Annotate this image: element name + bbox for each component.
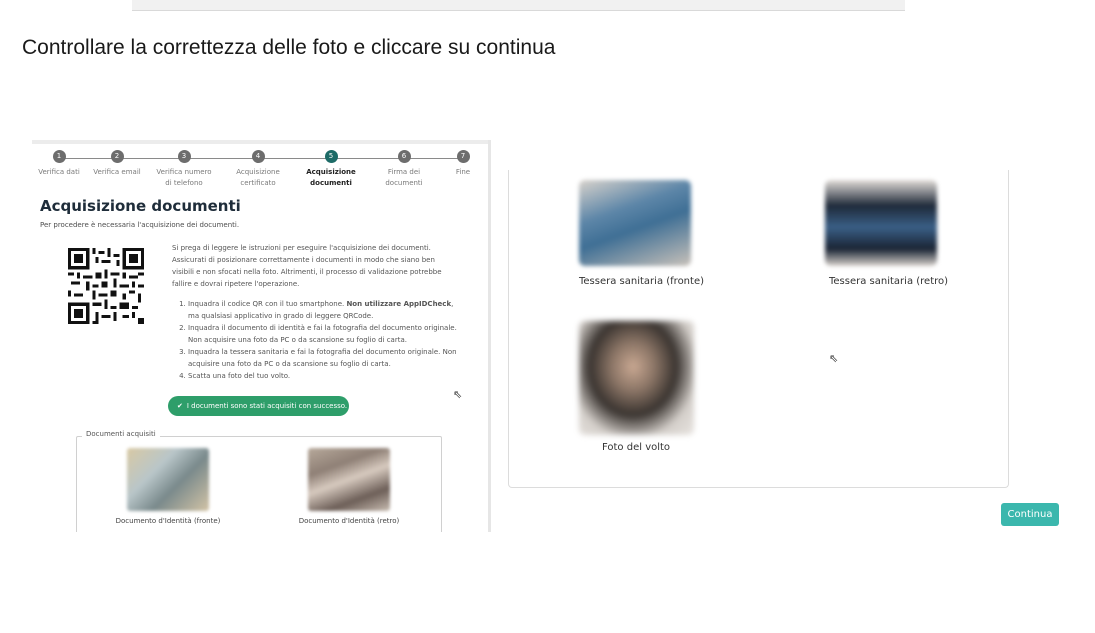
success-message: I documenti sono stati acquisiti con suc…: [186, 402, 348, 410]
identity-back-caption: Documento d'Identità (retro): [298, 517, 400, 525]
instruction-1-bold: Non utilizzare AppIDCheck: [346, 300, 452, 308]
instruction-item-3: Inquadra la tessera sanitaria e fai la f…: [188, 346, 457, 370]
step-6-number: 6: [397, 150, 411, 163]
instruction-item-1: Inquadra il codice QR con il tuo smartph…: [188, 298, 457, 322]
step-3-number: 3: [177, 150, 191, 163]
instruction-1-text: Inquadra il codice QR con il tuo smartph…: [188, 300, 347, 308]
step-2-number: 2: [110, 150, 124, 163]
step-3-label: Verifica numero di telefono: [156, 168, 212, 187]
page-heading: Controllare la correttezza delle foto e …: [22, 36, 556, 59]
identity-back-thumbnail[interactable]: [308, 448, 390, 511]
step-4-label: Acquisizione certificato: [236, 168, 280, 187]
wizard-screenshot: 1 Verifica dati 2 Verifica email 3 Verif…: [32, 140, 491, 532]
identity-front-thumbnail[interactable]: [127, 448, 209, 511]
health-card-front-caption: Tessera sanitaria (fronte): [579, 276, 704, 287]
section-title: Acquisizione documenti: [40, 197, 241, 215]
instruction-item-4: Scatta una foto del tuo volto.: [188, 370, 457, 382]
checkmark-icon: ✔: [177, 402, 183, 410]
section-subtitle: Per procedere è necessaria l'acquisizion…: [40, 221, 240, 229]
acquired-documents-legend: Documenti acquisiti: [82, 430, 160, 438]
qr-code-icon: [68, 248, 144, 324]
step-7-label: Fine: [455, 168, 471, 176]
panel-top-border: [32, 140, 491, 144]
health-card-back-photo[interactable]: [825, 180, 937, 266]
face-photo-caption: Foto del volto: [602, 442, 671, 453]
success-badge: ✔ I documenti sono stati acquisiti con su…: [168, 396, 349, 416]
step-4-number: 4: [251, 150, 265, 163]
face-photo[interactable]: [579, 321, 694, 435]
identity-front-caption: Documento d'Identità (fronte): [115, 517, 221, 525]
step-3[interactable]: 3 Verifica numero di telefono: [144, 150, 224, 189]
mouse-cursor-icon: ⇖: [829, 352, 839, 365]
mouse-cursor-icon: ⇖: [453, 388, 463, 401]
instructions-intro: Si prega di leggere le istruzioni per es…: [172, 244, 442, 288]
step-7-number: 7: [456, 150, 470, 163]
step-5[interactable]: 5 Acquisizione documenti: [291, 150, 371, 189]
step-7[interactable]: 7 Fine: [423, 150, 491, 178]
step-5-number: 5: [324, 150, 338, 163]
health-card-back-caption: Tessera sanitaria (retro): [829, 276, 949, 287]
instructions-list: Inquadra il codice QR con il tuo smartph…: [172, 298, 457, 382]
step-4[interactable]: 4 Acquisizione certificato: [218, 150, 298, 189]
browser-top-bar: [132, 0, 905, 11]
photo-review-card: Tessera sanitaria (fronte) Tessera sanit…: [508, 170, 1009, 488]
health-card-front-photo[interactable]: [579, 180, 691, 266]
step-5-label: Acquisizione documenti: [306, 168, 356, 187]
instruction-item-2: Inquadra il documento di identità e fai …: [188, 322, 457, 346]
instructions-block: Si prega di leggere le istruzioni per es…: [172, 242, 457, 382]
step-1-number: 1: [52, 150, 66, 163]
continue-button[interactable]: Continua: [1001, 503, 1059, 526]
